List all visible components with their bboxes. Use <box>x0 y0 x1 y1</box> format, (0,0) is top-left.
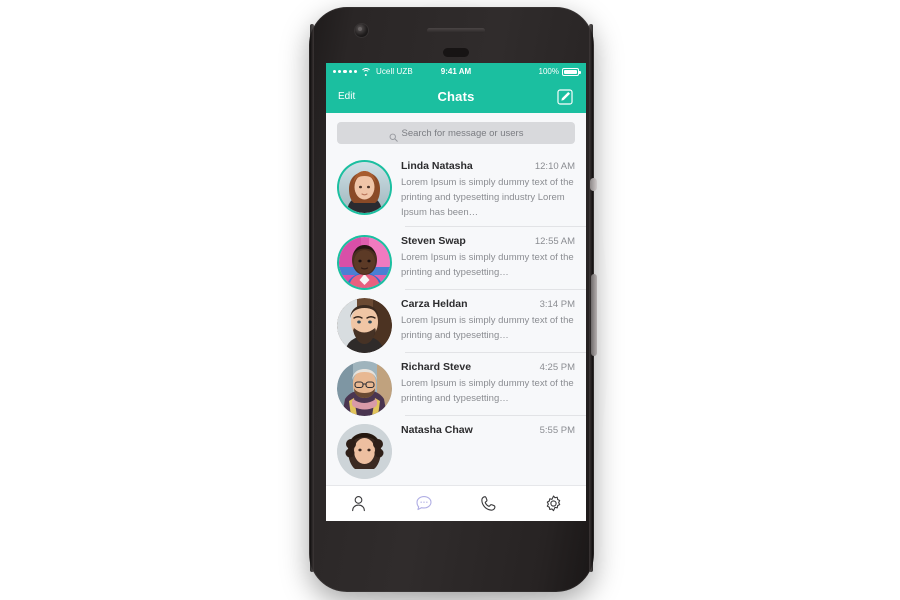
chat-contact-name: Natasha Chaw <box>401 424 473 436</box>
edit-button[interactable]: Edit <box>338 91 355 102</box>
tab-bar <box>326 485 586 521</box>
search-input[interactable]: Search for message or users <box>337 122 575 144</box>
nav-bar: Edit Chats <box>326 80 586 113</box>
chat-timestamp: 5:55 PM <box>539 425 575 436</box>
chat-timestamp: 12:55 AM <box>534 236 575 247</box>
search-section: Search for message or users <box>326 113 586 152</box>
chat-list-item[interactable]: Linda Natasha 12:10 AM Lorem Ipsum is si… <box>326 152 586 227</box>
battery-full-icon <box>562 67 581 76</box>
avatar-linda-natasha[interactable] <box>339 162 390 213</box>
avatar-steven-swap[interactable] <box>339 237 390 288</box>
speaker-grille <box>427 28 485 33</box>
chat-list-item[interactable]: Steven Swap 12:55 AM Lorem Ipsum is simp… <box>326 227 586 290</box>
page-title: Chats <box>437 89 475 104</box>
chat-contact-name: Linda Natasha <box>401 160 473 172</box>
person-icon <box>349 494 368 513</box>
tab-contacts[interactable] <box>326 486 391 521</box>
status-right-group: 100% <box>538 63 581 80</box>
chat-item-body: Richard Steve 4:25 PM Lorem Ipsum is sim… <box>401 361 575 416</box>
chat-item-body: Carza Heldan 3:14 PM Lorem Ipsum is simp… <box>401 298 575 353</box>
tab-settings[interactable] <box>521 486 586 521</box>
tab-chats[interactable] <box>391 486 456 521</box>
chat-contact-name: Carza Heldan <box>401 298 468 310</box>
chat-contact-name: Richard Steve <box>401 361 472 373</box>
chat-list-scroll[interactable]: Linda Natasha 12:10 AM Lorem Ipsum is si… <box>326 152 586 521</box>
tab-calls[interactable] <box>456 486 521 521</box>
chat-timestamp: 12:10 AM <box>534 161 575 172</box>
chat-message-preview: Lorem Ipsum is simply dummy text of the … <box>401 252 574 278</box>
phone-screen: Ucell UZB 9:41 AM 100% Edit Chats Search… <box>326 63 586 521</box>
avatar-richard-steve[interactable] <box>337 361 392 416</box>
search-placeholder: Search for message or users <box>401 127 524 139</box>
chat-item-body: Natasha Chaw 5:55 PM <box>401 424 575 479</box>
proximity-sensor <box>443 48 469 57</box>
status-bar: Ucell UZB 9:41 AM 100% <box>326 63 586 80</box>
chat-item-body: Steven Swap 12:55 AM Lorem Ipsum is simp… <box>401 235 575 290</box>
chat-message-preview: Lorem Ipsum is simply dummy text of the … <box>401 177 574 218</box>
canvas: Ucell UZB 9:41 AM 100% Edit Chats Search… <box>0 0 900 600</box>
chat-message-preview: Lorem Ipsum is simply dummy text of the … <box>401 378 574 404</box>
battery-percent-label: 100% <box>538 67 559 76</box>
chat-list: Linda Natasha 12:10 AM Lorem Ipsum is si… <box>326 152 586 479</box>
avatar-carza-heldan[interactable] <box>337 298 392 353</box>
carrier-label: Ucell UZB <box>375 67 413 76</box>
phone-icon <box>479 494 498 513</box>
power-button[interactable] <box>590 178 597 191</box>
chat-timestamp: 4:25 PM <box>539 362 575 373</box>
phone-left-edge <box>310 24 314 572</box>
gear-icon <box>544 494 563 513</box>
camera-glint <box>358 27 362 31</box>
chat-contact-name: Steven Swap <box>401 235 466 247</box>
chat-list-item[interactable]: Carza Heldan 3:14 PM Lorem Ipsum is simp… <box>326 290 586 353</box>
chat-message-preview: Lorem Ipsum is simply dummy text of the … <box>401 315 574 341</box>
chat-list-item[interactable]: Richard Steve 4:25 PM Lorem Ipsum is sim… <box>326 353 586 416</box>
avatar-natasha-chaw[interactable] <box>337 424 392 479</box>
chat-item-body: Linda Natasha 12:10 AM Lorem Ipsum is si… <box>401 160 575 227</box>
camera-icon <box>355 24 368 37</box>
chat-timestamp: 3:14 PM <box>539 299 575 310</box>
wifi-icon <box>360 67 372 76</box>
search-icon <box>389 129 398 142</box>
chat-bubble-icon <box>414 494 434 513</box>
volume-button[interactable] <box>591 274 597 356</box>
compose-icon[interactable] <box>556 88 574 106</box>
chat-list-item[interactable]: Natasha Chaw 5:55 PM <box>326 416 586 479</box>
signal-dots-icon <box>333 69 357 74</box>
